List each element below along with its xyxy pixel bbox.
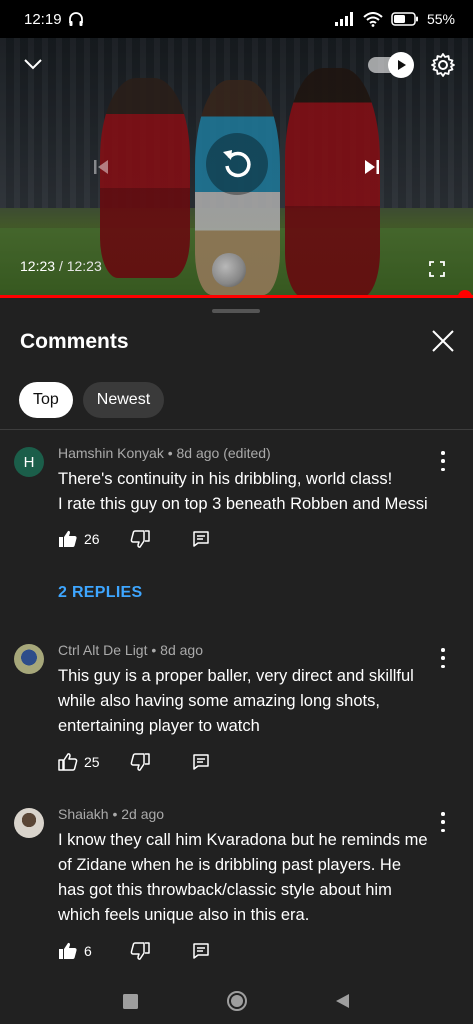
comment-actions: 26	[58, 529, 210, 549]
comment-line: There's continuity in his dribbling, wor…	[58, 470, 393, 488]
drag-handle[interactable]	[212, 309, 260, 313]
sort-chips: Top Newest	[19, 382, 165, 418]
reply-button[interactable]	[150, 530, 210, 548]
comment-line: has got this throwback/classic style abo…	[58, 881, 392, 899]
panel-title: Comments	[20, 330, 129, 353]
current-time: 12:23	[20, 258, 56, 274]
system-nav-bar	[0, 978, 473, 1024]
status-bar: 12:19 55%	[0, 0, 473, 38]
thumbs-down-icon	[130, 753, 150, 771]
time-separator: /	[58, 258, 63, 274]
progress-scrubber[interactable]	[458, 290, 472, 298]
view-replies-button[interactable]: 2 REPLIES	[58, 584, 143, 602]
reply-icon	[193, 531, 209, 547]
replay-icon	[223, 150, 251, 178]
thumbs-up-filled-icon	[59, 530, 77, 547]
home-button[interactable]	[226, 990, 248, 1012]
comment-line: I know they call him Kvaradona but he re…	[58, 831, 428, 849]
comment-text: I know they call him Kvaradona but he re…	[58, 828, 443, 928]
dislike-button[interactable]	[124, 752, 150, 772]
comment-line: which feels unique also in this era.	[58, 906, 310, 924]
like-button[interactable]: 26	[58, 529, 124, 549]
previous-icon	[94, 160, 108, 174]
autoplay-toggle-icon	[388, 52, 414, 78]
like-count: 25	[84, 754, 100, 770]
comment-text: There's continuity in his dribbling, wor…	[58, 467, 443, 517]
avatar[interactable]	[14, 808, 44, 838]
autoplay-toggle-track	[368, 52, 414, 78]
dislike-button[interactable]	[124, 941, 150, 961]
avatar[interactable]: H	[14, 447, 44, 477]
close-button[interactable]	[430, 328, 460, 358]
comment-line: while also having some amazing long shot…	[58, 692, 380, 710]
comment-actions: 25	[58, 752, 210, 772]
replay-button[interactable]	[206, 133, 268, 195]
comment-meta: Shaiakh • 2d ago	[58, 806, 165, 822]
autoplay-toggle[interactable]	[366, 52, 414, 78]
settings-button[interactable]	[428, 50, 458, 80]
reply-icon	[193, 754, 209, 770]
like-count: 26	[84, 531, 100, 547]
duration: 12:23	[66, 258, 102, 274]
square-icon	[123, 993, 138, 1009]
wifi-icon	[363, 11, 383, 27]
thumbs-up-filled-icon	[59, 942, 77, 959]
thumbs-down-icon	[130, 942, 150, 960]
like-button[interactable]: 25	[58, 752, 124, 772]
comments-panel: Comments Top Newest H Hamshin Konyak • 8…	[0, 298, 473, 978]
status-time: 12:19	[24, 10, 62, 28]
reply-button[interactable]	[150, 942, 210, 960]
chip-top[interactable]: Top	[19, 382, 73, 418]
minimize-button[interactable]	[18, 52, 48, 76]
comment-meta: Ctrl Alt De Ligt • 8d ago	[58, 642, 203, 658]
comment-line: This guy is a proper baller, very direct…	[58, 667, 414, 685]
next-button[interactable]	[355, 150, 389, 184]
fullscreen-button[interactable]	[424, 256, 450, 282]
reply-icon	[193, 943, 209, 959]
chip-newest[interactable]: Newest	[82, 382, 165, 418]
recents-button[interactable]	[120, 990, 142, 1012]
like-button[interactable]: 6	[58, 941, 124, 961]
previous-button[interactable]	[84, 150, 118, 184]
comment-actions: 6	[58, 941, 210, 961]
thumbs-up-icon	[58, 753, 78, 771]
next-icon	[365, 160, 379, 174]
thumbs-down-icon	[130, 530, 150, 548]
comment-meta: Hamshin Konyak • 8d ago (edited)	[58, 445, 271, 461]
battery-percent: 55%	[426, 11, 455, 27]
signal-icon	[334, 12, 353, 26]
comment-line: I rate this guy on top 3 beneath Robben …	[58, 495, 428, 513]
battery-icon	[391, 12, 418, 26]
avatar[interactable]	[14, 644, 44, 674]
video-player[interactable]: 12:23 / 12:23	[0, 38, 473, 298]
dislike-button[interactable]	[124, 529, 150, 549]
gear-icon	[431, 53, 455, 77]
like-count: 6	[84, 943, 92, 959]
circle-icon	[226, 991, 247, 1011]
reply-button[interactable]	[150, 753, 210, 771]
comment-text: This guy is a proper baller, very direct…	[58, 664, 443, 739]
comment-line: entertaining player to watch	[58, 717, 260, 735]
comment-line: of Zidane when he is dribbling past play…	[58, 856, 402, 874]
back-button[interactable]	[332, 990, 354, 1012]
divider	[0, 429, 473, 430]
headphones-icon	[68, 12, 83, 26]
chevron-down-icon	[24, 59, 42, 70]
close-icon	[432, 330, 454, 352]
fullscreen-icon	[429, 261, 445, 277]
video-time: 12:23 / 12:23	[20, 258, 102, 274]
back-triangle-icon	[336, 994, 349, 1008]
